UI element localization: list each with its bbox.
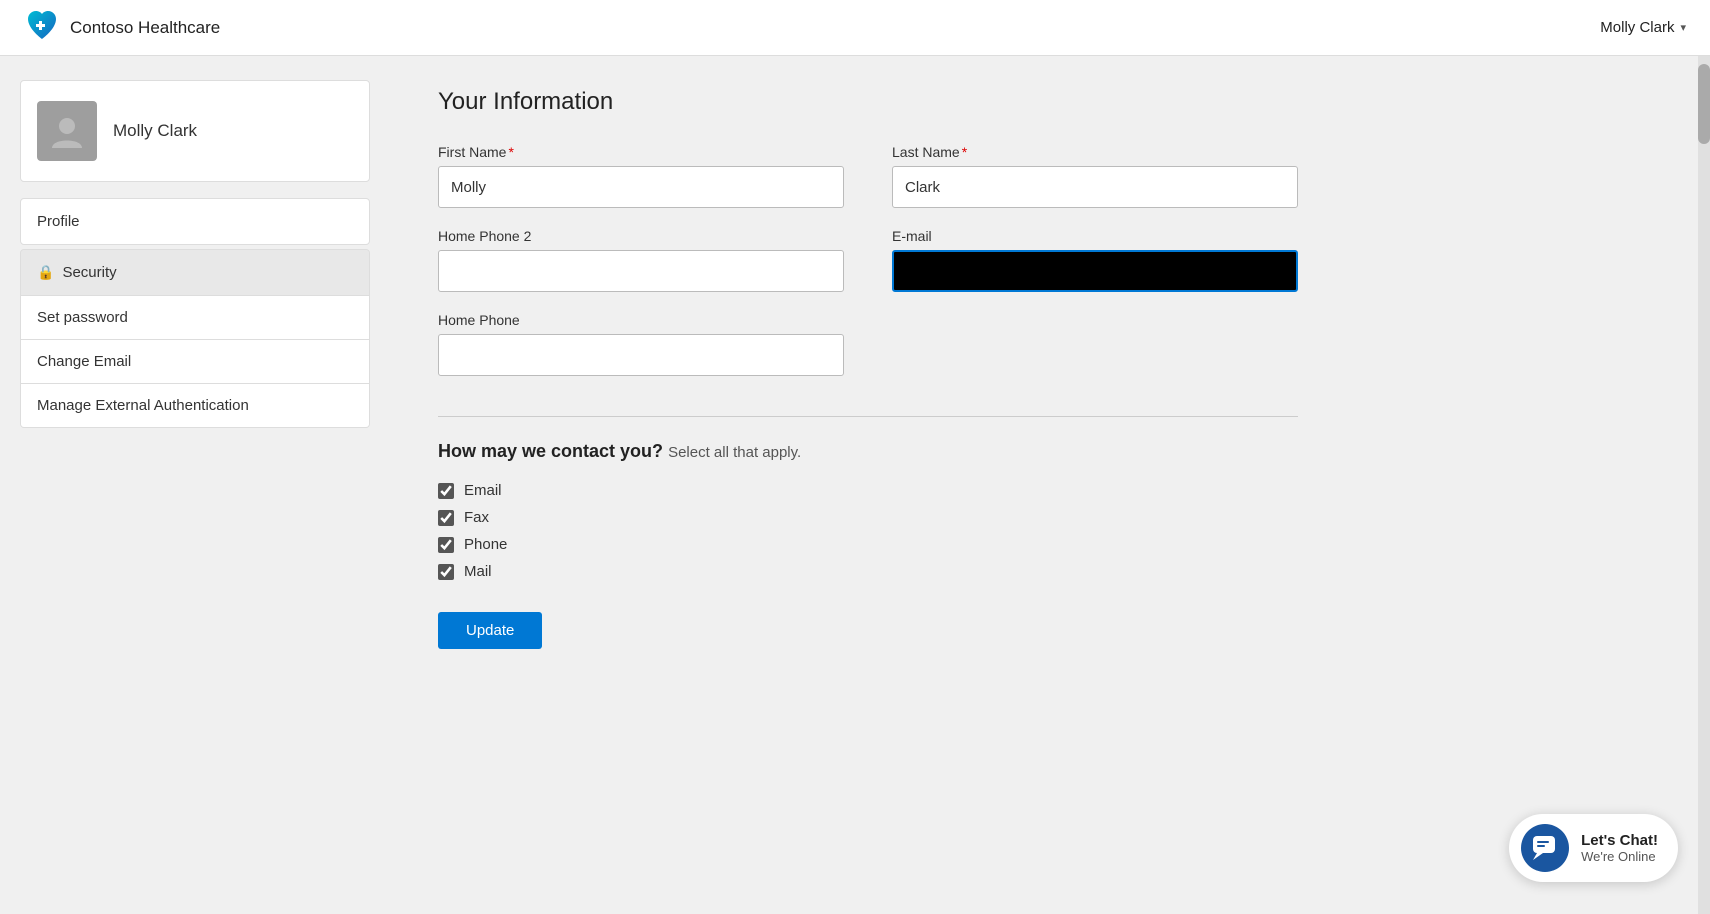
section-title: Your Information xyxy=(438,88,1662,116)
contact-email-label: Email xyxy=(464,482,502,499)
contact-mail-checkbox[interactable] xyxy=(438,564,454,580)
sidebar-security-section: 🔒 Security Set password Change Email Man… xyxy=(20,249,370,428)
contact-section-title: How may we contact you? Select all that … xyxy=(438,441,1298,462)
page-layout: Molly Clark Profile 🔒 Security Set passw… xyxy=(0,56,1710,914)
chat-widget[interactable]: Let's Chat! We're Online xyxy=(1509,814,1678,882)
contact-heading: How may we contact you? xyxy=(438,441,663,461)
last-name-label: Last Name* xyxy=(892,144,1298,160)
form-grid: First Name* Last Name* Home Phone 2 E-ma… xyxy=(438,144,1298,376)
avatar xyxy=(37,101,97,161)
chat-subtitle: We're Online xyxy=(1581,849,1658,864)
user-menu[interactable]: Molly Clark ▾ xyxy=(1600,19,1686,36)
contact-subheading: Select all that apply. xyxy=(668,444,801,461)
sidebar-security-label: Security xyxy=(62,264,116,281)
lock-icon: 🔒 xyxy=(37,264,54,281)
last-name-required: * xyxy=(962,144,967,160)
sidebar-item-profile[interactable]: Profile xyxy=(20,198,370,245)
email-group: E-mail xyxy=(892,228,1298,292)
brand-name: Contoso Healthcare xyxy=(70,18,220,38)
first-name-group: First Name* xyxy=(438,144,844,208)
contact-phone-label: Phone xyxy=(464,536,507,553)
main-content: Your Information First Name* Last Name* … xyxy=(390,56,1710,914)
sidebar-item-set-password[interactable]: Set password xyxy=(21,295,369,339)
logo-icon xyxy=(24,7,60,48)
contact-email-option[interactable]: Email xyxy=(438,482,1298,499)
sidebar-item-manage-ext-auth[interactable]: Manage External Authentication xyxy=(21,383,369,427)
sidebar-profile-card: Molly Clark xyxy=(20,80,370,182)
home-phone2-input[interactable] xyxy=(438,250,844,292)
contact-fax-label: Fax xyxy=(464,509,489,526)
user-menu-chevron: ▾ xyxy=(1680,21,1686,34)
email-redacted xyxy=(892,250,1298,292)
sidebar: Molly Clark Profile 🔒 Security Set passw… xyxy=(0,56,390,914)
brand: Contoso Healthcare xyxy=(24,7,220,48)
home-phone-label: Home Phone xyxy=(438,312,844,328)
first-name-input[interactable] xyxy=(438,166,844,208)
first-name-required: * xyxy=(508,144,513,160)
header: Contoso Healthcare Molly Clark ▾ xyxy=(0,0,1710,56)
contact-phone-checkbox[interactable] xyxy=(438,537,454,553)
last-name-group: Last Name* xyxy=(892,144,1298,208)
contact-phone-option[interactable]: Phone xyxy=(438,536,1298,553)
home-phone2-label: Home Phone 2 xyxy=(438,228,844,244)
change-email-label: Change Email xyxy=(37,353,131,370)
last-name-input[interactable] xyxy=(892,166,1298,208)
update-button[interactable]: Update xyxy=(438,612,542,649)
header-user-name: Molly Clark xyxy=(1600,19,1674,36)
chat-text: Let's Chat! We're Online xyxy=(1581,832,1658,864)
contact-checkboxes: Email Fax Phone Mail xyxy=(438,482,1298,580)
home-phone-input[interactable] xyxy=(438,334,844,376)
chat-title: Let's Chat! xyxy=(1581,832,1658,849)
contact-email-checkbox[interactable] xyxy=(438,483,454,499)
email-label: E-mail xyxy=(892,228,1298,244)
contact-fax-option[interactable]: Fax xyxy=(438,509,1298,526)
contact-section: How may we contact you? Select all that … xyxy=(438,416,1298,580)
sidebar-profile-label: Profile xyxy=(37,213,80,230)
first-name-label: First Name* xyxy=(438,144,844,160)
sidebar-item-change-email[interactable]: Change Email xyxy=(21,339,369,383)
sidebar-user-name: Molly Clark xyxy=(113,121,197,141)
set-password-label: Set password xyxy=(37,309,128,326)
chat-icon xyxy=(1521,824,1569,872)
contact-mail-option[interactable]: Mail xyxy=(438,563,1298,580)
contact-mail-label: Mail xyxy=(464,563,492,580)
home-phone2-group: Home Phone 2 xyxy=(438,228,844,292)
scrollbar-thumb[interactable] xyxy=(1698,64,1710,144)
contact-fax-checkbox[interactable] xyxy=(438,510,454,526)
manage-ext-auth-label: Manage External Authentication xyxy=(37,397,249,414)
home-phone-group: Home Phone xyxy=(438,312,844,376)
sidebar-security-header[interactable]: 🔒 Security xyxy=(21,250,369,295)
scrollbar[interactable] xyxy=(1698,56,1710,914)
